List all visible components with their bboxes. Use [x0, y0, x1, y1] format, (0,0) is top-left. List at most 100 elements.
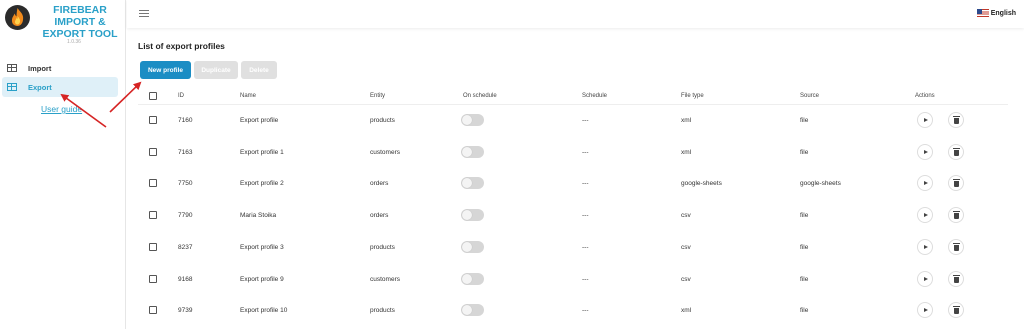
- cell-name: Export profile 3: [240, 243, 284, 251]
- table-icon: [7, 83, 17, 91]
- delete-row-button[interactable]: [948, 302, 964, 319]
- cell-source: file: [800, 117, 809, 124]
- cell-schedule: ---: [582, 180, 589, 188]
- row-checkbox[interactable]: [149, 116, 157, 124]
- cell-entity: products: [370, 117, 395, 124]
- run-button[interactable]: [917, 143, 933, 160]
- table-row[interactable]: 8237 Export profile 3 products --- csv file: [127, 232, 1017, 264]
- user-guide-link[interactable]: User guide: [41, 104, 82, 114]
- us-flag-icon: [976, 9, 989, 17]
- play-icon: [923, 181, 928, 186]
- cell-source: file: [800, 243, 809, 251]
- trash-icon: [952, 116, 960, 124]
- table-icon: [7, 64, 17, 72]
- cell-source: file: [800, 148, 809, 156]
- cell-schedule: ---: [582, 307, 589, 315]
- version-label: 1.0.36: [67, 39, 81, 45]
- run-button[interactable]: [917, 270, 933, 287]
- cell-name: Export profile 1: [240, 148, 284, 156]
- language-selector[interactable]: English: [976, 9, 1016, 17]
- cell-id: 7750: [178, 180, 193, 188]
- select-all-checkbox[interactable]: [149, 92, 157, 100]
- brand-line: IMPORT &: [54, 16, 106, 28]
- cell-file-type: xml: [681, 117, 692, 124]
- cell-file-type: google-sheets: [681, 180, 722, 188]
- table-row[interactable]: 7163 Export profile 1 customers --- xml file: [127, 137, 1017, 169]
- cell-source: file: [800, 307, 809, 315]
- on-schedule-toggle[interactable]: [461, 177, 484, 190]
- run-button[interactable]: [917, 238, 933, 255]
- cell-file-type: csv: [681, 275, 691, 283]
- cell-id: 7160: [178, 117, 193, 124]
- play-icon: [923, 308, 928, 313]
- sidebar-item-export[interactable]: Export: [2, 77, 118, 97]
- flame-icon: [11, 8, 24, 26]
- on-schedule-toggle[interactable]: [461, 272, 484, 285]
- on-schedule-toggle[interactable]: [461, 114, 484, 126]
- row-checkbox[interactable]: [149, 179, 157, 188]
- cell-entity: products: [370, 243, 395, 251]
- cell-schedule: ---: [582, 243, 589, 251]
- delete-row-button[interactable]: [948, 207, 964, 224]
- sidebar-item-import[interactable]: Import: [2, 58, 118, 78]
- on-schedule-toggle[interactable]: [461, 240, 484, 253]
- row-checkbox[interactable]: [149, 211, 157, 220]
- trash-icon: [952, 211, 960, 220]
- row-checkbox[interactable]: [149, 274, 157, 283]
- run-button[interactable]: [917, 175, 933, 192]
- cell-name: Export profile 2: [240, 180, 284, 188]
- cell-schedule: ---: [582, 117, 589, 124]
- table-row[interactable]: 7750 Export profile 2 orders --- google-shee…: [127, 168, 1017, 200]
- cell-file-type: xml: [681, 148, 692, 156]
- language-label: English: [990, 9, 1016, 17]
- row-checkbox[interactable]: [149, 306, 157, 315]
- firebear-logo[interactable]: [5, 5, 30, 30]
- delete-row-button[interactable]: [948, 270, 964, 287]
- table-row[interactable]: 9739 Export profile 10 products --- xml file: [127, 295, 1017, 327]
- column-header-id: ID: [178, 93, 184, 99]
- cell-entity: orders: [370, 180, 389, 188]
- run-button[interactable]: [917, 302, 933, 319]
- table-row[interactable]: 9168 Export profile 9 customers --- csv file: [127, 264, 1017, 296]
- column-header-source: Source: [800, 93, 820, 99]
- table-row[interactable]: 7160 Export profile products --- xml file: [127, 105, 1017, 137]
- top-bar: English: [127, 0, 1024, 28]
- delete-row-button[interactable]: [948, 143, 964, 160]
- cell-source: file: [800, 275, 809, 283]
- table-header: ID Name Entity On schedule Schedule File…: [127, 88, 1017, 104]
- play-icon: [923, 149, 928, 154]
- cell-schedule: ---: [582, 148, 589, 156]
- cell-id: 8237: [178, 243, 193, 251]
- brand-title: FIREBEAR IMPORT & EXPORT TOOL: [36, 4, 124, 40]
- cell-id: 9739: [178, 307, 193, 315]
- run-button[interactable]: [917, 207, 933, 224]
- cell-entity: customers: [370, 148, 400, 156]
- trash-icon: [952, 179, 960, 188]
- cell-name: Maria Stoika: [240, 212, 277, 220]
- row-checkbox[interactable]: [149, 242, 157, 251]
- run-button[interactable]: [917, 112, 933, 128]
- delete-button[interactable]: Delete: [241, 61, 277, 79]
- sidebar: FIREBEAR IMPORT & EXPORT TOOL 1.0.36 Imp…: [0, 0, 126, 329]
- menu-icon[interactable]: [139, 10, 149, 17]
- cell-id: 7790: [178, 212, 193, 220]
- on-schedule-toggle[interactable]: [461, 304, 484, 317]
- duplicate-button[interactable]: Duplicate: [194, 61, 238, 79]
- delete-row-button[interactable]: [948, 238, 964, 255]
- cell-name: Export profile 9: [240, 275, 284, 283]
- column-header-on-schedule: On schedule: [463, 93, 497, 99]
- cell-id: 9168: [178, 275, 193, 283]
- cell-id: 7163: [178, 148, 193, 156]
- sidebar-item-label: Export: [28, 82, 52, 92]
- app-root: FIREBEAR IMPORT & EXPORT TOOL 1.0.36 Imp…: [0, 0, 1024, 329]
- on-schedule-toggle[interactable]: [461, 145, 484, 158]
- new-profile-button[interactable]: New profile: [140, 61, 191, 79]
- play-icon: [923, 276, 928, 281]
- cell-name: Export profile: [240, 117, 279, 124]
- cell-file-type: csv: [681, 212, 691, 220]
- row-checkbox[interactable]: [149, 147, 157, 156]
- delete-row-button[interactable]: [948, 175, 964, 192]
- delete-row-button[interactable]: [948, 112, 964, 128]
- table-row[interactable]: 7790 Maria Stoika orders --- csv file: [127, 200, 1017, 232]
- on-schedule-toggle[interactable]: [461, 209, 484, 222]
